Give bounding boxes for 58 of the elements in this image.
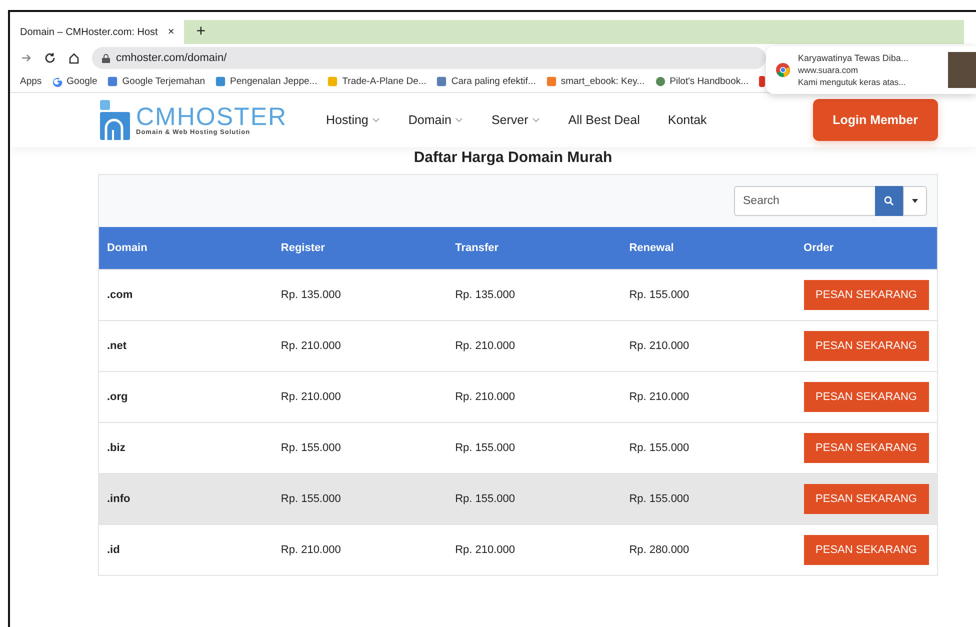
nav-link[interactable]: Domain <box>408 113 464 127</box>
letter-g-icon <box>52 76 63 87</box>
bookmark-item[interactable]: Pilot's Handbook... <box>654 76 749 87</box>
column-header: Domain <box>99 227 273 270</box>
address-bar[interactable]: cmhoster.com/domain/ <box>92 47 766 69</box>
bookmark-icon <box>327 76 338 87</box>
notification-popup[interactable]: Karyawatinya Tewas Diba... www.suara.com Kami mengutuk keras atas... <box>766 46 976 94</box>
search-field[interactable]: Search <box>734 186 875 216</box>
home-icon[interactable] <box>68 52 80 64</box>
table-cell: Rp. 280.000 <box>621 524 796 575</box>
column-header: Register <box>272 227 448 270</box>
notification-site: www.suara.com <box>798 64 859 76</box>
photo-placeholder <box>948 52 976 88</box>
bookmark-icon <box>215 76 226 87</box>
bookmark-icon <box>654 76 666 87</box>
nav-link[interactable]: All Best Deal <box>568 113 640 127</box>
page-heading: Daftar Harga Domain Murah <box>412 149 614 166</box>
table-cell: .id <box>99 524 273 575</box>
lock-icon <box>102 54 110 62</box>
order-button[interactable]: PESAN SEKARANG <box>804 433 929 463</box>
bookmark-item[interactable]: smart_ebook: Key... <box>546 76 645 87</box>
caret-icon <box>912 199 918 203</box>
browser-logo-icon <box>776 63 790 77</box>
order-button[interactable]: PESAN SEKARANG <box>804 280 929 310</box>
bookmark-icon[interactable] <box>758 76 765 87</box>
nav-link[interactable]: Kontak <box>668 113 707 127</box>
bookmark-item[interactable]: Pengenalan Jeppe... <box>215 76 318 87</box>
reload-icon[interactable] <box>44 52 56 64</box>
login-button[interactable]: Login Member <box>812 99 938 141</box>
logo-name: CMHOSTER <box>136 104 288 128</box>
new-tab-button[interactable]: + <box>192 23 210 41</box>
close-tab-button[interactable]: × <box>168 26 174 38</box>
column-header: Renewal <box>621 227 796 270</box>
bookmark-item[interactable]: Trade-A-Plane De... <box>327 76 426 87</box>
search-icon <box>884 196 894 206</box>
bookmark-item[interactable]: Google Terjemahan <box>107 76 206 87</box>
table-cell: Rp. 210.000 <box>272 524 448 575</box>
forward-arrow-icon[interactable] <box>20 52 32 64</box>
column-header: Transfer <box>447 227 622 270</box>
search-button[interactable] <box>875 186 903 216</box>
order-button[interactable]: PESAN SEKARANG <box>804 484 929 514</box>
bookmark-item[interactable]: Cara paling efektif... <box>436 76 536 87</box>
order-button[interactable]: PESAN SEKARANG <box>804 382 929 412</box>
tab-title: Domain – CMHoster.com: Host <box>20 26 158 38</box>
nav-link[interactable]: Server <box>491 113 540 127</box>
table-cell: Rp. 210.000 <box>447 524 622 575</box>
bookmark-icon <box>546 76 557 87</box>
order-button[interactable]: PESAN SEKARANG <box>804 331 929 361</box>
notification-message: Kami mengutuk keras atas... <box>798 76 907 88</box>
bookmark-item[interactable]: Google <box>52 76 98 87</box>
notification-title: Karyawatinya Tewas Diba... <box>798 52 910 64</box>
nav-link[interactable]: Hosting <box>326 113 380 127</box>
bookmark-item[interactable]: Apps <box>20 76 42 87</box>
bookmark-icon <box>107 76 118 87</box>
logo-icon <box>98 100 132 140</box>
bookmark-icon <box>436 76 448 87</box>
order-button[interactable]: PESAN SEKARANG <box>804 535 929 565</box>
column-header: Order <box>796 227 937 270</box>
